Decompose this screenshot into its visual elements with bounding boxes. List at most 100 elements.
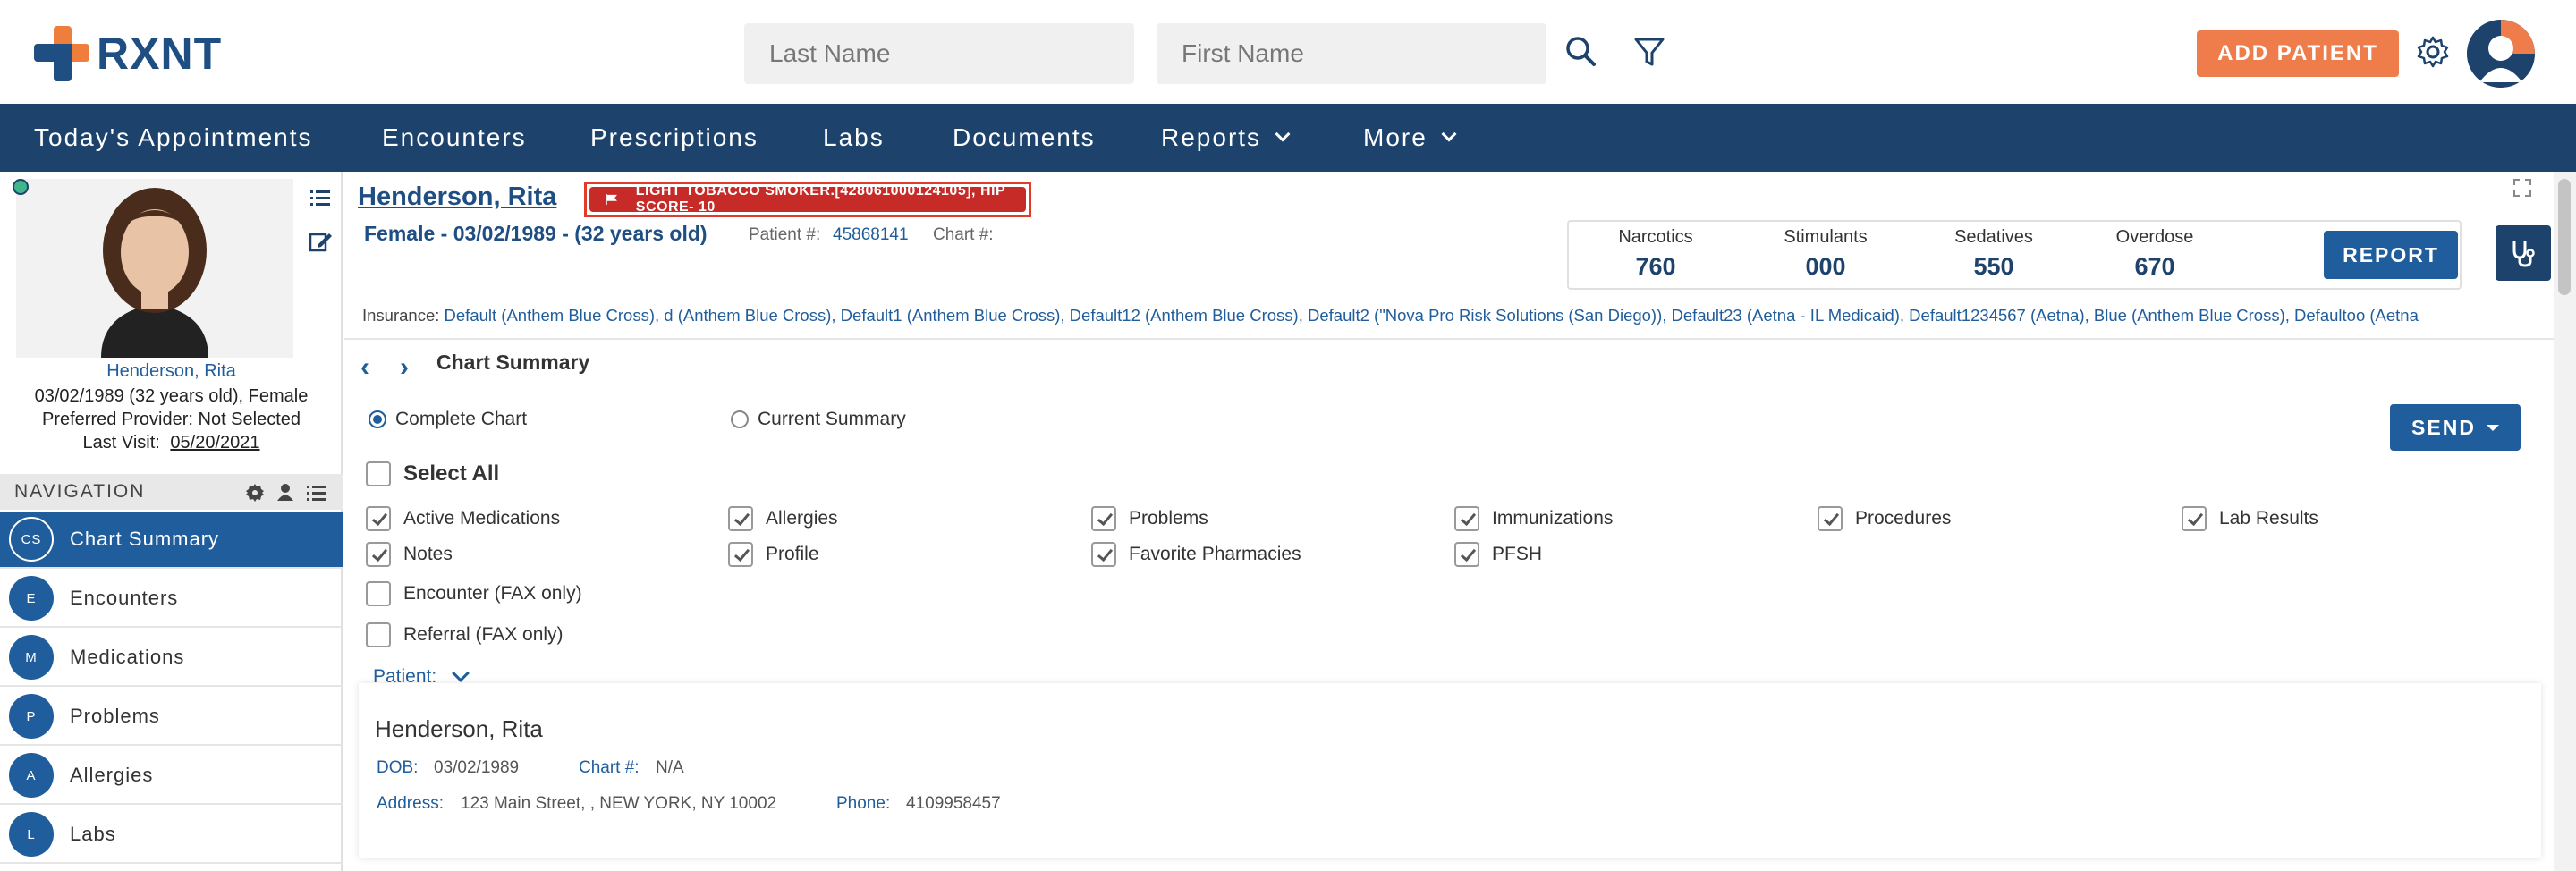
patient-name-link[interactable]: Henderson, Rita xyxy=(358,182,556,212)
list-icon[interactable] xyxy=(306,483,327,503)
top-header: RXNT ADD PATIENT xyxy=(0,0,2576,104)
checkbox-procedures[interactable]: Procedures xyxy=(1818,506,1951,531)
sedatives-label: Sedatives xyxy=(1954,227,2033,247)
checkbox-checked-icon xyxy=(728,506,753,531)
first-name-input[interactable] xyxy=(1157,23,1546,84)
checkbox-profile[interactable]: Profile xyxy=(728,542,819,567)
current-summary-radio[interactable]: Current Summary xyxy=(731,409,906,430)
expand-icon[interactable] xyxy=(2512,177,2533,199)
nav-documents[interactable]: Documents xyxy=(953,123,1096,152)
badge-a: A xyxy=(9,753,54,798)
nav-todays-appointments[interactable]: Today's Appointments xyxy=(34,123,313,152)
stethoscope-button[interactable] xyxy=(2496,225,2551,281)
settings-icon[interactable] xyxy=(245,483,265,503)
checkbox-label: Encounter (FAX only) xyxy=(403,583,582,604)
list-icon[interactable] xyxy=(308,186,333,211)
patient-sidebar: Henderson, Rita 03/02/1989 (32 years old… xyxy=(0,172,343,871)
checkbox-unchecked-icon xyxy=(366,581,391,606)
flag-icon xyxy=(606,193,617,206)
checkbox-checked-icon xyxy=(366,506,391,531)
checkbox-checked-icon xyxy=(366,542,391,567)
dob-label: DOB: xyxy=(377,758,419,777)
forward-arrow-icon[interactable]: › xyxy=(400,352,409,383)
checkbox-label: Notes xyxy=(403,544,453,564)
sidebar-item-encounters[interactable]: E Encounters xyxy=(0,571,343,628)
nav-labs[interactable]: Labs xyxy=(823,123,885,152)
radio-label: Current Summary xyxy=(758,409,906,429)
chart-number-label: Chart #: xyxy=(933,225,994,244)
search-icon[interactable] xyxy=(1563,34,1599,70)
user-avatar[interactable] xyxy=(2467,20,2535,88)
main-nav-bar: Today's Appointments Encounters Prescrip… xyxy=(0,104,2576,172)
complete-chart-radio[interactable]: Complete Chart xyxy=(369,409,527,430)
stimulants-value: 000 xyxy=(1805,253,1846,280)
sidebar-item-label: Medications xyxy=(70,646,185,668)
checkbox-pfsh[interactable]: PFSH xyxy=(1454,542,1542,567)
report-button[interactable]: REPORT xyxy=(2324,231,2458,279)
checkbox-problems[interactable]: Problems xyxy=(1091,506,1208,531)
sidebar-item-labs[interactable]: L Labs xyxy=(0,807,343,864)
scrollbar-thumb[interactable] xyxy=(2558,179,2571,295)
sidebar-patient-name[interactable]: Henderson, Rita xyxy=(0,361,343,382)
sidebar-item-allergies[interactable]: A Allergies xyxy=(0,748,343,805)
checkbox-checked-icon xyxy=(1454,542,1479,567)
checkbox-lab-results[interactable]: Lab Results xyxy=(2182,506,2318,531)
patient-photo xyxy=(16,179,293,358)
add-patient-button[interactable]: ADD PATIENT xyxy=(2197,30,2399,77)
checkbox-allergies[interactable]: Allergies xyxy=(728,506,838,531)
nav-encounters[interactable]: Encounters xyxy=(382,123,527,152)
insurance-list[interactable]: Default (Anthem Blue Cross), d (Anthem B… xyxy=(445,306,2419,325)
checkbox-notes[interactable]: Notes xyxy=(366,542,453,567)
patient-alert[interactable]: LIGHT TOBACCO SMOKER.[428061000124105], … xyxy=(584,182,1031,217)
navigation-title: NAVIGATION xyxy=(14,481,146,502)
sidebar-patient-dob: 03/02/1989 (32 years old), Female xyxy=(34,386,309,406)
main-content: Henderson, Rita LIGHT TOBACCO SMOKER.[42… xyxy=(344,172,2554,871)
checkbox-immunizations[interactable]: Immunizations xyxy=(1454,506,1613,531)
overdose-value: 670 xyxy=(2134,253,2175,280)
filter-icon[interactable] xyxy=(1631,34,1667,70)
checkbox-encounter-fax-only[interactable]: Encounter (FAX only) xyxy=(366,581,582,606)
address-value: 123 Main Street, , NEW YORK, NY 10002 xyxy=(461,794,777,813)
nav-prescriptions[interactable]: Prescriptions xyxy=(590,123,758,152)
status-indicator xyxy=(13,179,29,195)
checkbox-favorite-pharmacies[interactable]: Favorite Pharmacies xyxy=(1091,542,1301,567)
rxnt-logo[interactable]: RXNT xyxy=(34,26,222,81)
sidebar-preferred-provider: Preferred Provider: Not Selected xyxy=(41,410,301,429)
back-arrow-icon[interactable]: ‹ xyxy=(360,352,369,383)
last-name-input[interactable] xyxy=(744,23,1134,84)
gear-icon[interactable] xyxy=(2415,34,2451,70)
send-button[interactable]: SEND xyxy=(2390,404,2521,451)
radio-label: Complete Chart xyxy=(395,409,528,429)
vertical-scrollbar[interactable] xyxy=(2554,172,2576,871)
checkbox-active-medications[interactable]: Active Medications xyxy=(366,506,560,531)
checkbox-label: Allergies xyxy=(766,508,838,529)
nav-more[interactable]: More xyxy=(1363,123,1457,152)
sidebar-item-chart-summary[interactable]: CS Chart Summary xyxy=(0,512,343,569)
patient-number[interactable]: 45868141 xyxy=(833,225,909,245)
alert-text: LIGHT TOBACCO SMOKER.[428061000124105], … xyxy=(635,183,1005,215)
sidebar-item-label: Allergies xyxy=(70,764,154,786)
checkbox-label: Problems xyxy=(1129,508,1208,529)
dob-value: 03/02/1989 xyxy=(434,758,520,777)
checkbox-label: PFSH xyxy=(1492,544,1543,564)
checkbox-label: Active Medications xyxy=(403,508,561,529)
caret-down-icon xyxy=(2486,424,2499,431)
checkbox-checked-icon xyxy=(1091,542,1116,567)
person-icon[interactable] xyxy=(275,482,295,502)
checkbox-checked-icon xyxy=(1818,506,1843,531)
sidebar-item-medications[interactable]: M Medications xyxy=(0,630,343,687)
insurance-label: Insurance: xyxy=(362,306,440,325)
address-label: Address: xyxy=(377,794,444,813)
checkbox-checked-icon xyxy=(1091,506,1116,531)
sidebar-item-problems[interactable]: P Problems xyxy=(0,689,343,746)
controlled-substance-box: Narcotics 760 Stimulants 000 Sedatives 5… xyxy=(1567,220,2462,290)
edit-icon[interactable] xyxy=(308,229,333,254)
nav-reports[interactable]: Reports xyxy=(1161,123,1291,152)
last-visit-label: Last Visit: xyxy=(82,433,160,452)
phone-value: 4109958457 xyxy=(906,794,1001,813)
select-all-checkbox[interactable]: Select All xyxy=(366,461,499,486)
checkbox-referral-fax-only[interactable]: Referral (FAX only) xyxy=(366,622,564,647)
rxnt-logo-icon xyxy=(34,26,89,81)
patient-demographics: Female - 03/02/1989 - (32 years old) xyxy=(364,222,708,245)
last-visit-value[interactable]: 05/20/2021 xyxy=(170,433,259,452)
